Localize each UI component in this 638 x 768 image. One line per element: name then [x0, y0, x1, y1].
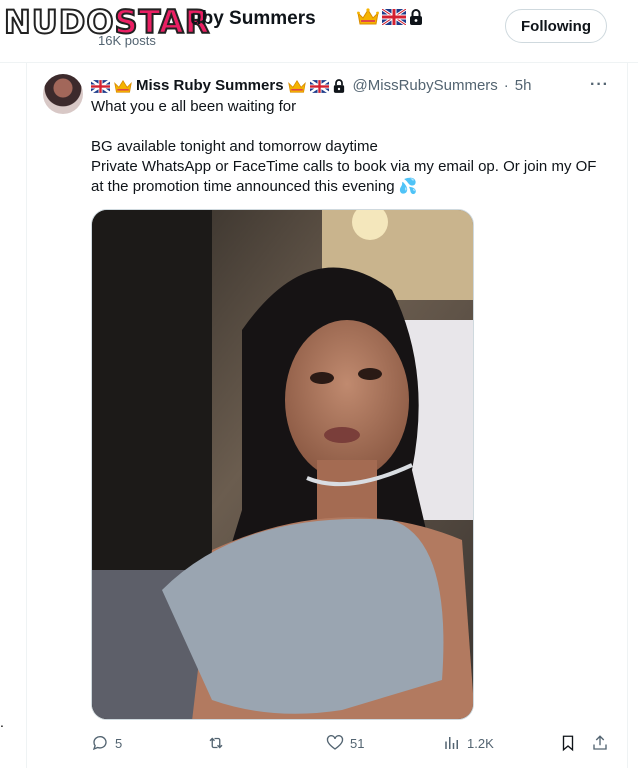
uk-flag-icon — [91, 79, 110, 93]
stray-dot: . — [0, 714, 4, 730]
profile-header: NUDOSTAR uby Summers 16K posts Following — [0, 0, 638, 63]
heart-icon — [326, 734, 344, 752]
tweet-line-1: What you e all been waiting for — [91, 98, 297, 115]
reply-icon — [91, 734, 109, 752]
post-count: 16K posts — [98, 33, 156, 48]
tweet-actions: 5 51 1.2K — [91, 734, 611, 754]
avatar[interactable] — [43, 74, 83, 114]
views-button[interactable]: 1.2K — [443, 734, 494, 752]
share-button[interactable] — [591, 734, 609, 752]
time-separator: · — [503, 77, 509, 94]
tweet-text: What you e all been waiting for BG avail… — [91, 97, 611, 197]
profile-name: uby Summers — [190, 8, 316, 29]
repost-icon — [207, 734, 225, 752]
reply-count: 5 — [115, 735, 123, 751]
tweet-photo[interactable] — [91, 209, 474, 720]
bookmark-button[interactable] — [559, 734, 577, 752]
tweet-handle[interactable]: @MissRubySummers — [353, 76, 498, 96]
uk-flag-icon — [382, 9, 406, 25]
like-button[interactable]: 51 — [326, 734, 364, 752]
more-options-button[interactable]: ··· — [590, 76, 609, 94]
tweet-line-3: BG available tonight and tomorrow daytim… — [91, 138, 378, 155]
bookmark-icon — [559, 734, 577, 752]
tweet-line-4: Private WhatsApp or FaceTime calls to bo… — [91, 158, 597, 195]
view-count: 1.2K — [467, 735, 494, 751]
views-icon — [443, 734, 461, 752]
uk-flag-icon — [309, 79, 329, 93]
tweet-header: Miss Ruby Summers @MissRubySummers · 5h — [91, 76, 531, 96]
crown-icon — [357, 8, 379, 26]
lock-icon — [409, 9, 423, 25]
profile-badges — [357, 8, 423, 26]
repost-button[interactable] — [207, 734, 231, 752]
tweet-author-name[interactable]: Miss Ruby Summers — [136, 76, 284, 96]
crown-icon — [287, 79, 306, 94]
crown-icon — [114, 79, 132, 94]
reply-button[interactable]: 5 — [91, 734, 122, 752]
like-count: 51 — [350, 735, 365, 751]
following-button[interactable]: Following — [505, 9, 607, 43]
lock-icon — [333, 79, 345, 93]
share-icon — [591, 734, 609, 752]
tweet-line-2 — [91, 117, 611, 137]
tweet-time[interactable]: 5h — [515, 76, 532, 96]
